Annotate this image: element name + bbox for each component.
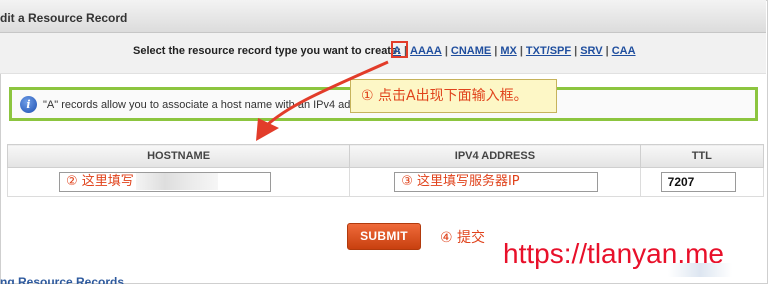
selected-type-highlight <box>391 41 408 58</box>
record-type-selector: Select the resource record type you want… <box>0 33 766 74</box>
separator: | <box>494 45 498 57</box>
separator: | <box>444 45 448 57</box>
type-link-srv[interactable]: SRV <box>580 45 602 57</box>
column-header-ttl: TTL <box>639 144 765 168</box>
type-link-mx[interactable]: MX <box>500 45 517 57</box>
record-table: HOSTNAME IPV4 ADDRESS TTL ② 这里填写 www. ③ … <box>6 144 765 197</box>
type-links: A | AAAA | CNAME | MX | TXT/SPF | SRV | CAA <box>393 45 636 57</box>
redacted-region <box>136 173 218 190</box>
table-row: ② 这里填写 www. ③ 这里填写服务器IP 7207 <box>6 167 765 197</box>
separator: | <box>574 45 578 57</box>
annotation-step4: ④ 提交 <box>440 230 486 246</box>
hostname-cell: ② 这里填写 www. <box>6 167 351 197</box>
info-text: "A" records allow you to associate a hos… <box>43 99 361 111</box>
ipv4-cell: ③ 这里填写服务器IP <box>349 167 641 197</box>
type-link-cname[interactable]: CNAME <box>451 45 491 57</box>
column-header-hostname: HOSTNAME <box>6 144 351 168</box>
watermark-blur <box>668 263 732 277</box>
footer-link[interactable]: ng Resource Records <box>0 273 124 284</box>
type-link-txt-spf[interactable]: TXT/SPF <box>526 45 571 57</box>
column-header-ipv4-address: IPV4 ADDRESS <box>349 144 641 168</box>
type-link-caa[interactable]: CAA <box>612 45 636 57</box>
annotation-step1: ① 点击A出现下面输入框。 <box>350 79 557 113</box>
info-icon: i <box>20 96 37 113</box>
ttl-cell: 7207 <box>639 167 765 197</box>
type-link-aaaa[interactable]: AAAA <box>410 45 442 57</box>
ttl-input[interactable]: 7207 <box>660 172 736 192</box>
type-prompt: Select the resource record type you want… <box>133 45 401 57</box>
header-bar: dit a Resource Record <box>0 0 766 33</box>
ipv4-address-input[interactable]: ③ 这里填写服务器IP <box>394 172 599 192</box>
separator: | <box>519 45 523 57</box>
submit-button[interactable]: SUBMIT <box>347 223 421 250</box>
annotation-step3: ③ 这里填写服务器IP <box>401 174 520 189</box>
page-title: dit a Resource Record <box>0 11 128 25</box>
separator: | <box>605 45 609 57</box>
